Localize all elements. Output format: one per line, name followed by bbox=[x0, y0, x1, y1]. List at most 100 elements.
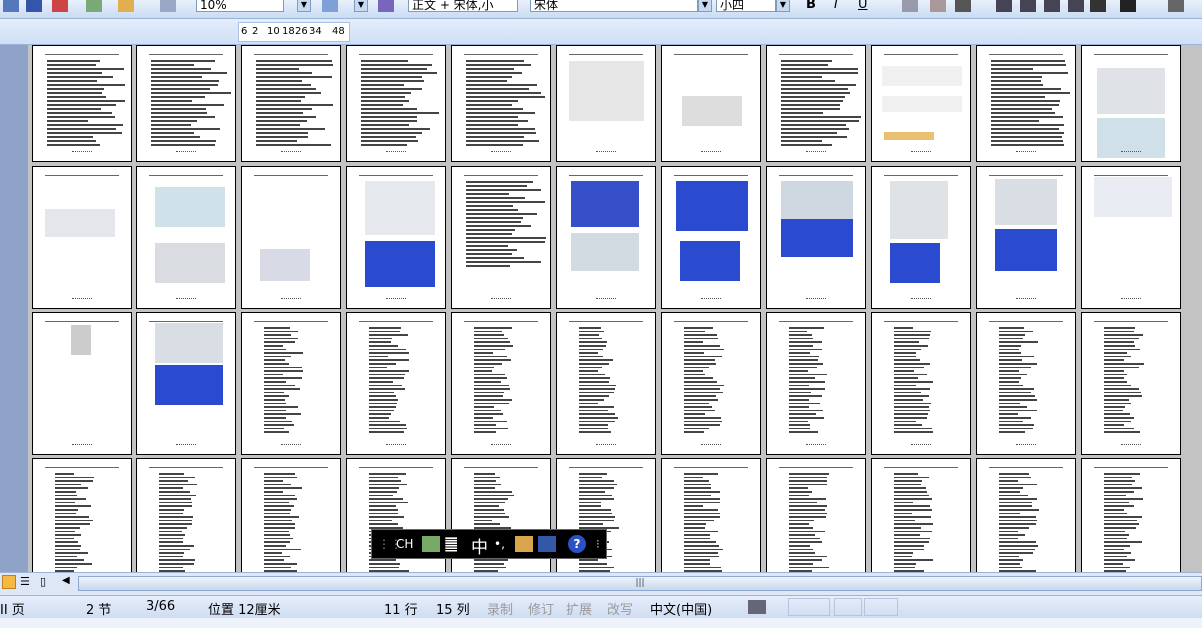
page-thumbnail[interactable] bbox=[136, 45, 236, 162]
ruler-scale[interactable]: 6 2 10 18 26 34 48 bbox=[238, 22, 350, 42]
page-thumbnail[interactable] bbox=[346, 45, 446, 162]
menu-icon[interactable] bbox=[538, 536, 556, 552]
page-thumbnail[interactable] bbox=[241, 45, 341, 162]
punctuation-toggle[interactable]: •, bbox=[494, 537, 505, 551]
overtype-toggle[interactable]: 改写 bbox=[607, 599, 633, 618]
page-thumbnail[interactable] bbox=[346, 166, 446, 309]
outline-view-icon[interactable]: ☰ bbox=[20, 575, 30, 588]
justify-icon[interactable] bbox=[1068, 0, 1084, 12]
page-thumbnail[interactable] bbox=[136, 458, 236, 572]
page-thumbnail[interactable] bbox=[661, 166, 761, 309]
format-painter-icon[interactable] bbox=[118, 0, 134, 12]
bold-button[interactable]: B bbox=[806, 0, 816, 12]
page-thumbnail[interactable] bbox=[766, 312, 866, 455]
styles-dropdown-button[interactable]: ▼ bbox=[354, 0, 368, 12]
page-thumbnail[interactable] bbox=[871, 458, 971, 572]
soft-keyboard-icon[interactable] bbox=[515, 536, 533, 552]
options-icon[interactable]: ⁝ bbox=[596, 537, 600, 551]
spelling-status-icon[interactable] bbox=[748, 600, 766, 614]
align-left-icon[interactable] bbox=[996, 0, 1012, 12]
styles-icon[interactable] bbox=[322, 0, 338, 12]
permission-icon[interactable] bbox=[26, 0, 42, 12]
page-thumbnail[interactable] bbox=[1081, 458, 1181, 572]
record-macro-toggle[interactable]: 录制 bbox=[487, 599, 513, 618]
page-thumbnail[interactable] bbox=[661, 312, 761, 455]
language-indicator[interactable]: CH bbox=[396, 537, 413, 551]
page-thumbnail[interactable] bbox=[241, 312, 341, 455]
page-thumbnail[interactable] bbox=[1081, 166, 1181, 309]
page-thumbnail[interactable] bbox=[661, 458, 761, 572]
reading-view-icon[interactable]: ▯ bbox=[40, 575, 46, 588]
align-center-icon[interactable] bbox=[1020, 0, 1036, 12]
track-changes-toggle[interactable]: 修订 bbox=[528, 599, 554, 618]
save-icon[interactable] bbox=[3, 0, 19, 12]
page-thumbnail[interactable] bbox=[241, 166, 341, 309]
page-thumbnail[interactable] bbox=[976, 166, 1076, 309]
page-thumbnail[interactable] bbox=[871, 166, 971, 309]
undo-icon[interactable] bbox=[160, 0, 176, 12]
page-thumbnail[interactable] bbox=[136, 166, 236, 309]
style-icon[interactable] bbox=[378, 0, 394, 12]
font-select[interactable]: 宋体 bbox=[530, 0, 698, 12]
font-dropdown-button[interactable]: ▼ bbox=[698, 0, 712, 12]
page-thumbnail[interactable] bbox=[976, 45, 1076, 162]
horizontal-scrollbar[interactable]: ☰ ▯ ◀ ||| bbox=[0, 572, 1202, 595]
page-thumbnail[interactable] bbox=[871, 312, 971, 455]
page-thumbnail[interactable] bbox=[766, 45, 866, 162]
line-spacing-icon[interactable] bbox=[1090, 0, 1106, 12]
page-thumbnail[interactable] bbox=[556, 166, 656, 309]
font-size-select[interactable]: 小四 bbox=[716, 0, 776, 12]
align-right-icon[interactable] bbox=[1044, 0, 1060, 12]
scrollbar-thumb[interactable]: ||| bbox=[78, 576, 1202, 591]
status-page-count: 3/66 bbox=[146, 599, 176, 614]
text-line bbox=[684, 337, 719, 340]
page-thumbnail[interactable] bbox=[136, 312, 236, 455]
underline-button[interactable]: U bbox=[858, 0, 868, 12]
font-color-icon[interactable] bbox=[1120, 0, 1136, 12]
style-select[interactable]: 正文 + 宋体,小 bbox=[408, 0, 518, 12]
zoom-select[interactable]: 10% bbox=[196, 0, 284, 12]
page-thumbnail[interactable] bbox=[32, 166, 132, 309]
page-thumbnail[interactable] bbox=[556, 45, 656, 162]
text-line bbox=[894, 541, 929, 543]
char-border-icon[interactable] bbox=[902, 0, 918, 12]
input-method-icon[interactable] bbox=[422, 536, 440, 552]
page-header-rule bbox=[254, 467, 328, 468]
document-area[interactable] bbox=[0, 45, 1202, 572]
page-thumbnail[interactable] bbox=[451, 45, 551, 162]
language-bar[interactable]: ⋮⋮ CH ䷀ 中 •, ? ⁝ bbox=[371, 529, 607, 559]
page-thumbnail[interactable] bbox=[346, 312, 446, 455]
page-thumbnail[interactable] bbox=[976, 458, 1076, 572]
scroll-left-icon[interactable]: ◀ bbox=[62, 575, 70, 586]
zoom-dropdown-button[interactable]: ▼ bbox=[297, 0, 311, 12]
page-thumbnail[interactable] bbox=[1081, 45, 1181, 162]
page-thumbnail[interactable] bbox=[871, 45, 971, 162]
status-language[interactable]: 中文(中国) bbox=[650, 599, 712, 618]
page-thumbnail[interactable] bbox=[661, 45, 761, 162]
preview-icon[interactable] bbox=[86, 0, 102, 12]
chinese-mode-toggle[interactable]: 中 bbox=[471, 533, 488, 558]
char-shading-icon[interactable] bbox=[930, 0, 946, 12]
page-thumbnail[interactable] bbox=[32, 45, 132, 162]
page-thumbnail[interactable] bbox=[451, 166, 551, 309]
page-thumbnail[interactable] bbox=[766, 166, 866, 309]
outdent-icon[interactable] bbox=[1168, 0, 1184, 12]
page-thumbnail[interactable] bbox=[766, 458, 866, 572]
char-scale-icon[interactable] bbox=[955, 0, 971, 12]
page-thumbnail[interactable] bbox=[556, 312, 656, 455]
page-thumbnail[interactable] bbox=[241, 458, 341, 572]
page-thumbnail[interactable] bbox=[451, 312, 551, 455]
extend-selection-toggle[interactable]: 扩展 bbox=[566, 599, 592, 618]
italic-button[interactable]: I bbox=[834, 0, 838, 12]
help-icon[interactable]: ? bbox=[568, 535, 586, 553]
page-thumbnail[interactable] bbox=[976, 312, 1076, 455]
dictionary-icon[interactable]: ䷀ bbox=[444, 534, 458, 553]
page-figure bbox=[680, 241, 740, 281]
print-icon[interactable] bbox=[52, 0, 68, 12]
page-thumbnail[interactable] bbox=[32, 458, 132, 572]
normal-view-icon[interactable] bbox=[2, 575, 16, 589]
page-thumbnail[interactable] bbox=[1081, 312, 1181, 455]
font-size-dropdown-button[interactable]: ▼ bbox=[776, 0, 790, 12]
text-line bbox=[369, 345, 399, 347]
page-thumbnail[interactable] bbox=[32, 312, 132, 455]
